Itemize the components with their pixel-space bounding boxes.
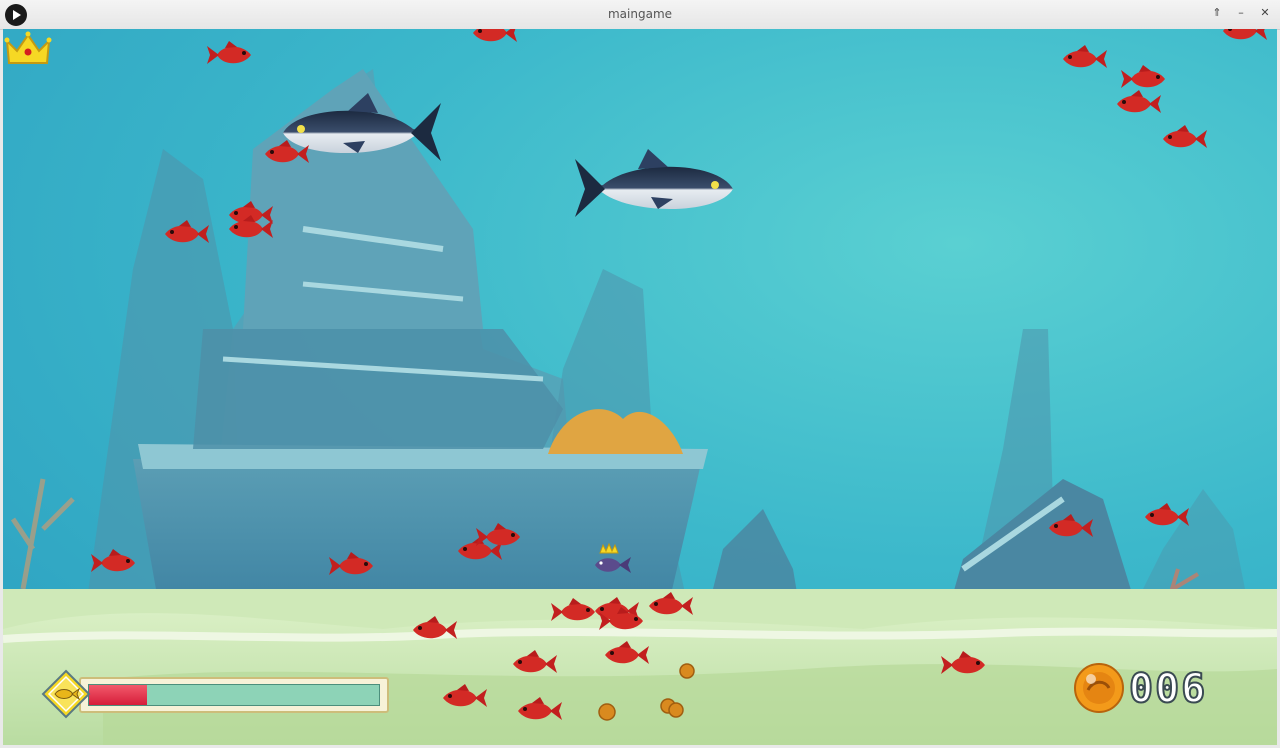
crown-icon — [4, 31, 52, 64]
growth-bar — [88, 684, 380, 706]
window-titlebar: maingame ⇑ – ✕ — [0, 0, 1280, 30]
close-icon[interactable]: ✕ — [1258, 6, 1272, 20]
growth-fill — [89, 685, 147, 705]
window-controls: ⇑ – ✕ — [1210, 6, 1272, 20]
pearl-icon — [1074, 663, 1124, 713]
score-value: 006 — [1128, 665, 1208, 713]
window-title: maingame — [607, 7, 673, 21]
pearl-score: 006 — [1073, 662, 1253, 718]
minimize-icon[interactable]: – — [1234, 6, 1248, 20]
growth-meter — [41, 669, 391, 719]
fish-growth-icon — [41, 669, 91, 719]
game-scene — [3, 29, 1277, 745]
game-stage[interactable]: 006 — [3, 29, 1277, 745]
growth-track — [79, 677, 389, 713]
maximize-icon[interactable]: ⇑ — [1210, 6, 1224, 20]
tuna-enemy — [575, 149, 733, 217]
